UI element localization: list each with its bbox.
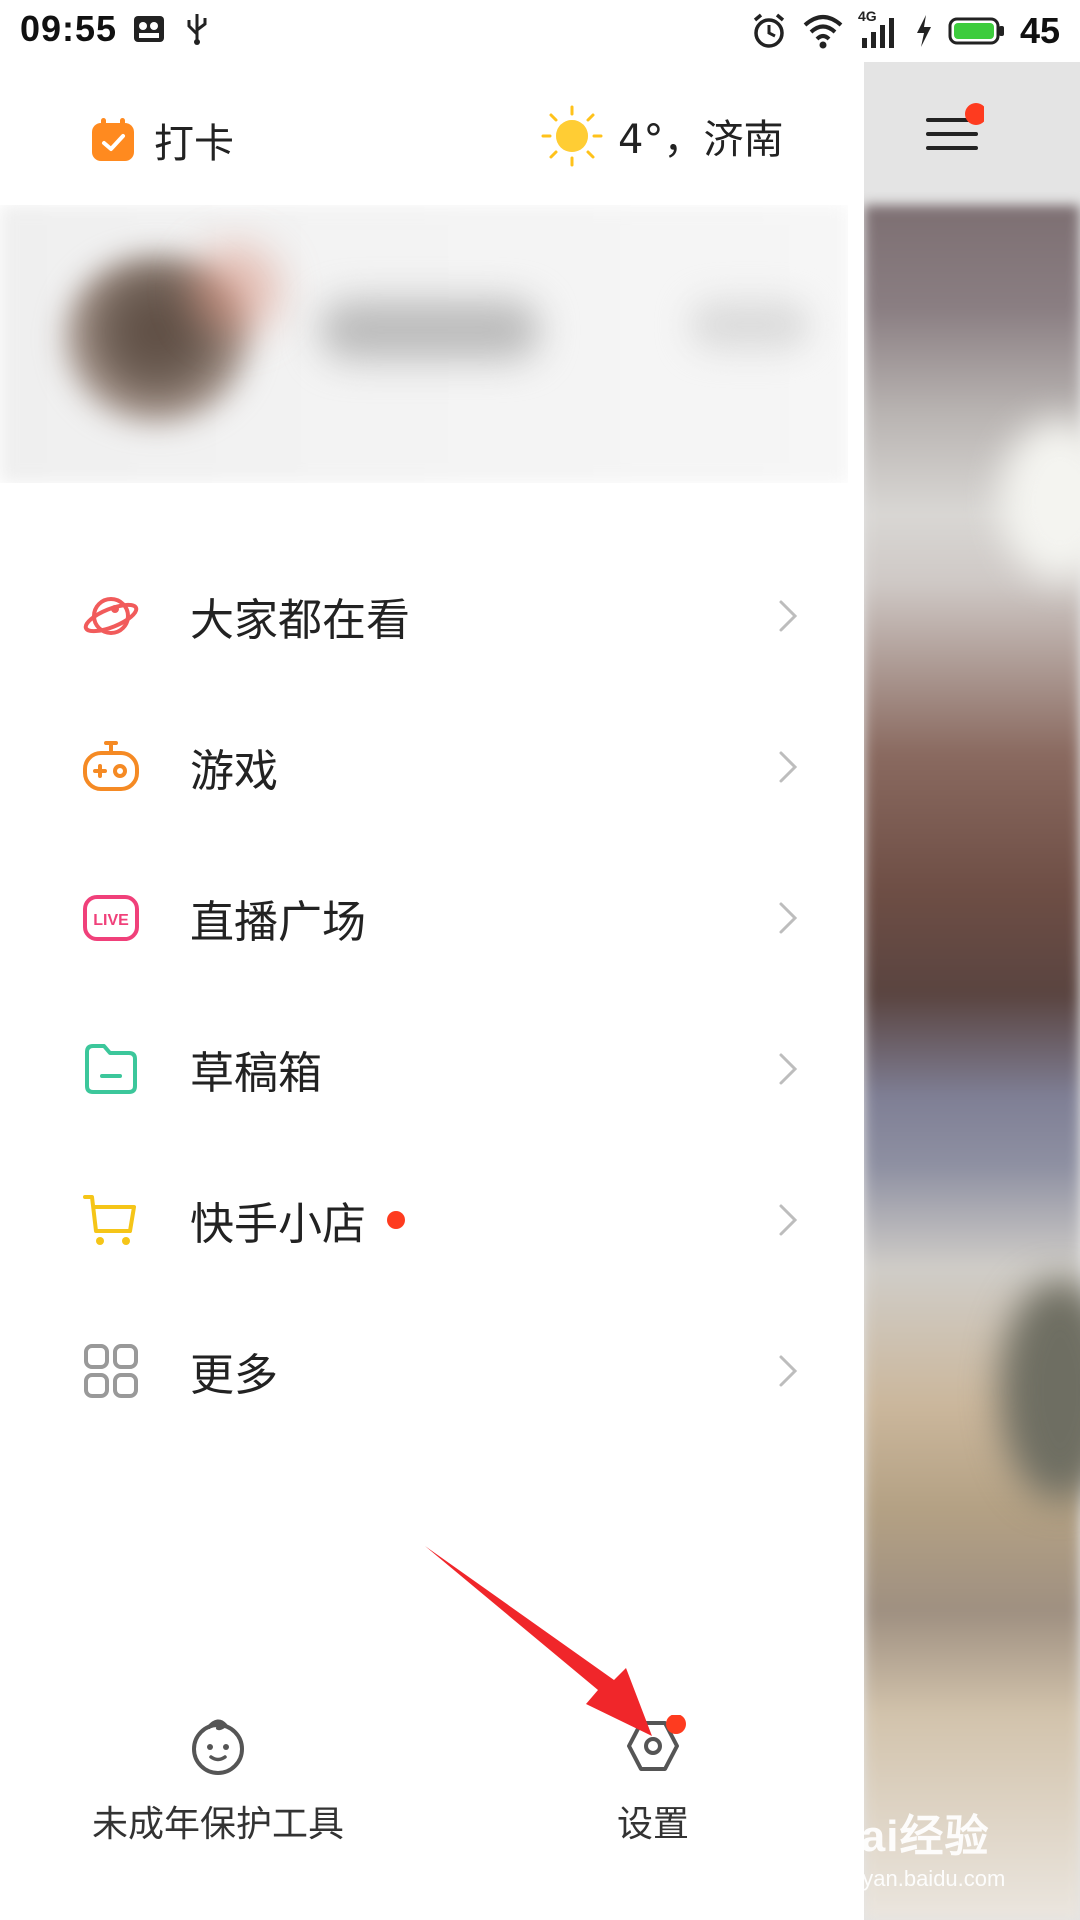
menu-item-games[interactable]: 游戏 xyxy=(0,691,864,842)
charging-icon xyxy=(916,15,931,47)
menu-item-label: 更多 xyxy=(190,1349,278,1401)
live-icon-text: LIVE xyxy=(93,912,129,929)
checkin-button[interactable]: 打卡 xyxy=(90,111,234,169)
chevron-right-icon xyxy=(779,902,798,933)
menu-item-more[interactable]: 更多 xyxy=(0,1295,864,1446)
status-left-icons xyxy=(132,12,210,46)
folder-icon xyxy=(82,1040,140,1098)
child-face-icon xyxy=(192,1719,244,1775)
status-time: 09:55 xyxy=(20,8,118,49)
watermark-sub: jingyan.baidu.com xyxy=(828,1866,1006,1891)
status-bar: 09:55 4G 45 xyxy=(0,0,1080,62)
wifi-icon xyxy=(803,15,843,49)
minor-protection-label: 未成年保护工具 xyxy=(91,1804,344,1845)
menu-item-label: 草稿箱 xyxy=(190,1047,322,1099)
signal-icon: 4G xyxy=(858,8,900,50)
calendar-check-icon xyxy=(92,118,134,161)
weather-widget[interactable]: 4°，济南 xyxy=(540,104,783,168)
chevron-right-icon xyxy=(779,1053,798,1084)
drawer-header: 打卡 4°，济南 xyxy=(0,62,864,204)
battery-level: 45 xyxy=(1019,10,1060,51)
watermark: Bai经验 jingyan.baidu.com xyxy=(828,1800,1005,1892)
notification-app-icon xyxy=(134,16,164,42)
settings-label: 设置 xyxy=(616,1804,689,1845)
menu-item-label: 大家都在看 xyxy=(190,594,410,646)
grid-icon xyxy=(82,1342,140,1400)
profile-card[interactable] xyxy=(0,205,848,483)
menu-item-label: 直播广场 xyxy=(190,896,366,948)
watermark-main: Bai经验 xyxy=(828,1812,990,1861)
menu-item-label: 快手小店 xyxy=(190,1198,366,1250)
alarm-icon xyxy=(753,13,785,48)
hamburger-menu-icon xyxy=(926,103,987,150)
status-right-icons: 4G 45 xyxy=(750,8,1060,52)
chevron-right-icon xyxy=(779,751,798,782)
shop-badge-dot xyxy=(387,1210,405,1229)
checkin-label: 打卡 xyxy=(154,121,234,167)
profile-extra-blurred xyxy=(690,300,810,350)
drawer-menu-list: 大家都在看 游戏 LIVE 直播广场 草稿箱 快手小店 更多 xyxy=(0,540,864,1446)
planet-icon xyxy=(82,587,140,645)
menu-item-live[interactable]: LIVE 直播广场 xyxy=(0,842,864,993)
chevron-right-icon xyxy=(779,1204,798,1235)
chevron-right-icon xyxy=(779,1355,798,1386)
menu-item-label: 游戏 xyxy=(190,745,278,797)
menu-item-trending[interactable]: 大家都在看 xyxy=(0,540,864,691)
gamepad-icon xyxy=(82,738,140,796)
weather-label: 4°，济南 xyxy=(618,117,784,163)
battery-icon xyxy=(948,17,1004,45)
minor-protection-button[interactable]: 未成年保护工具 xyxy=(88,1715,348,1847)
menu-item-drafts[interactable]: 草稿箱 xyxy=(0,993,864,1144)
menu-item-shop[interactable]: 快手小店 xyxy=(0,1144,864,1295)
chevron-right-icon xyxy=(779,600,798,631)
annotation-arrow xyxy=(425,1546,652,1736)
hamburger-menu-button[interactable] xyxy=(920,100,987,164)
username-blurred xyxy=(320,300,540,360)
sun-icon xyxy=(541,105,603,167)
live-icon: LIVE xyxy=(82,889,140,947)
usb-icon xyxy=(187,14,207,45)
cart-icon xyxy=(82,1191,140,1249)
